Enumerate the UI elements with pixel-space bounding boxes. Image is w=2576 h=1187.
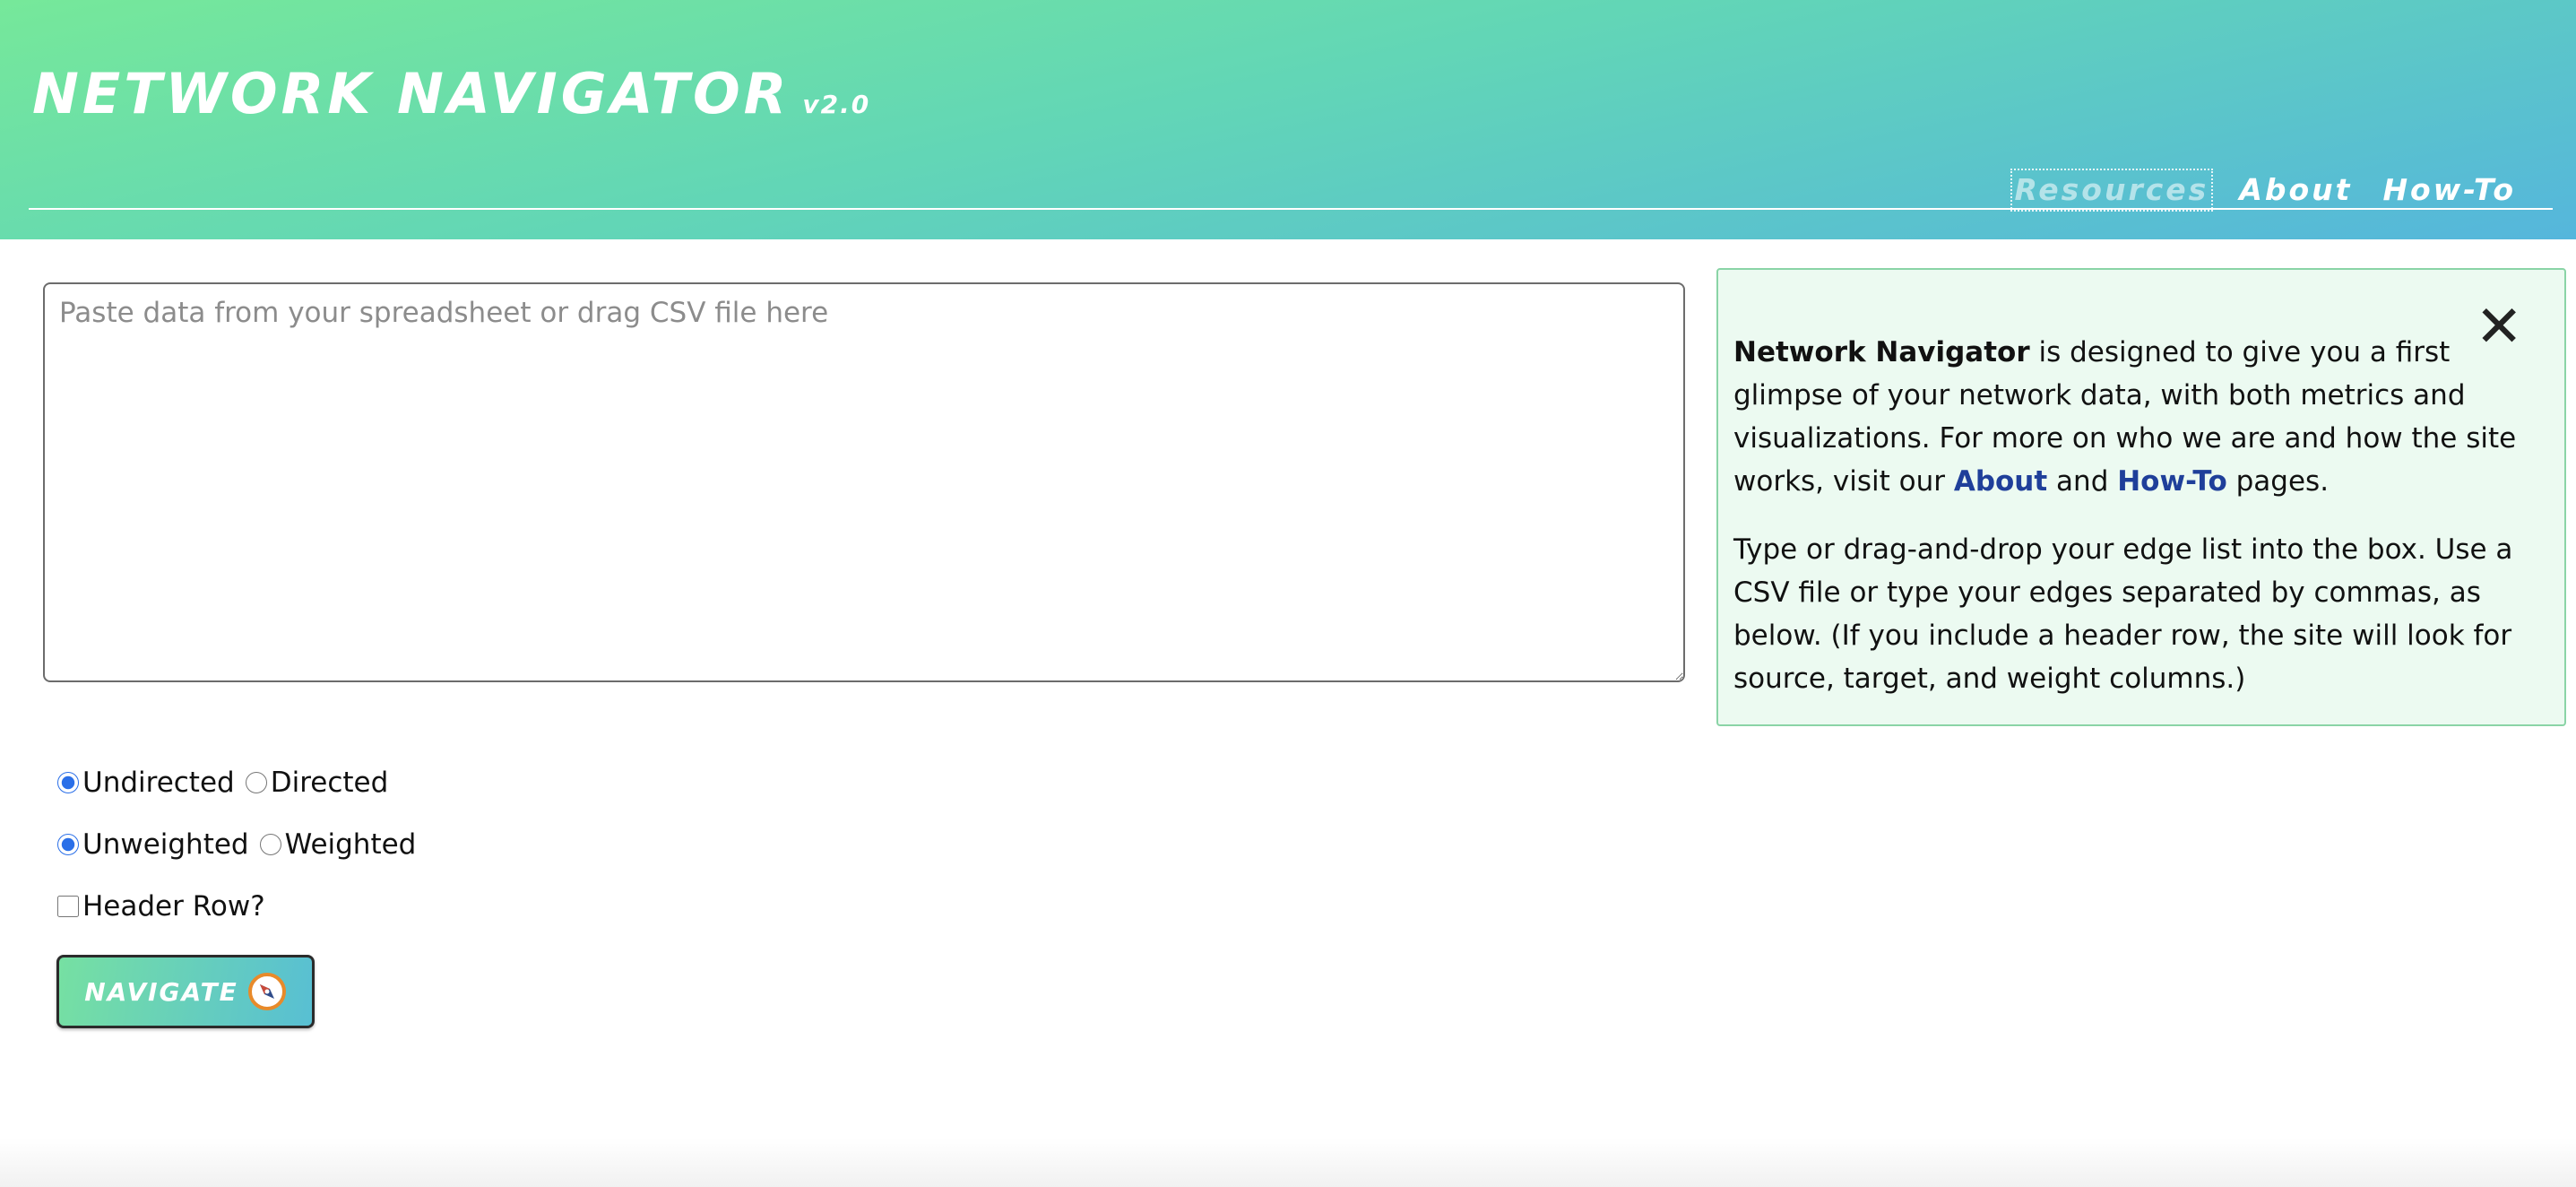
navigate-button-label: NAVIGATE: [84, 976, 238, 1007]
navigate-button[interactable]: NAVIGATE: [56, 955, 315, 1028]
footer-shade: [0, 1139, 2576, 1187]
direction-options: Undirected Directed: [56, 767, 397, 799]
nav-about[interactable]: About: [2236, 170, 2355, 210]
main-nav: Resources About How-To: [2010, 169, 2520, 212]
compass-icon: [247, 973, 286, 1010]
version-label: v2.0: [802, 90, 871, 119]
directed-label[interactable]: Directed: [271, 767, 389, 799]
site-title[interactable]: NETWORK NAVIGATOR v2.0: [32, 61, 870, 126]
unweighted-label[interactable]: Unweighted: [82, 828, 249, 861]
info-panel: ✕ Network Navigator is designed to give …: [1716, 268, 2566, 726]
unweighted-radio[interactable]: [57, 834, 79, 855]
undirected-radio[interactable]: [57, 772, 79, 793]
header-divider: [29, 208, 2553, 210]
about-link[interactable]: About: [1954, 465, 2047, 498]
info-instructions: Type or drag-and-drop your edge list int…: [1733, 533, 2513, 695]
weighted-label[interactable]: Weighted: [285, 828, 417, 861]
close-icon[interactable]: ✕: [2475, 299, 2523, 356]
nav-how-to[interactable]: How-To: [2380, 170, 2519, 210]
site-title-text: NETWORK NAVIGATOR: [32, 61, 791, 126]
site-header: NETWORK NAVIGATOR v2.0 Resources About Ho…: [0, 0, 2576, 239]
nav-resources[interactable]: Resources: [2010, 169, 2214, 212]
info-text-2: and: [2047, 465, 2118, 498]
weighted-radio[interactable]: [259, 834, 281, 855]
info-brand: Network Navigator: [1733, 336, 2030, 368]
header-row-checkbox[interactable]: [57, 896, 79, 917]
weight-options: Unweighted Weighted: [56, 828, 425, 861]
undirected-label[interactable]: Undirected: [82, 767, 235, 799]
info-text-3: pages.: [2226, 465, 2330, 498]
how-to-link[interactable]: How-To: [2117, 465, 2227, 498]
directed-radio[interactable]: [245, 772, 267, 793]
edge-list-input[interactable]: [43, 282, 1685, 682]
info-intro: Network Navigator is designed to give yo…: [1733, 331, 2545, 503]
header-row-option: Header Row?: [56, 890, 274, 923]
header-row-label[interactable]: Header Row?: [82, 890, 265, 923]
